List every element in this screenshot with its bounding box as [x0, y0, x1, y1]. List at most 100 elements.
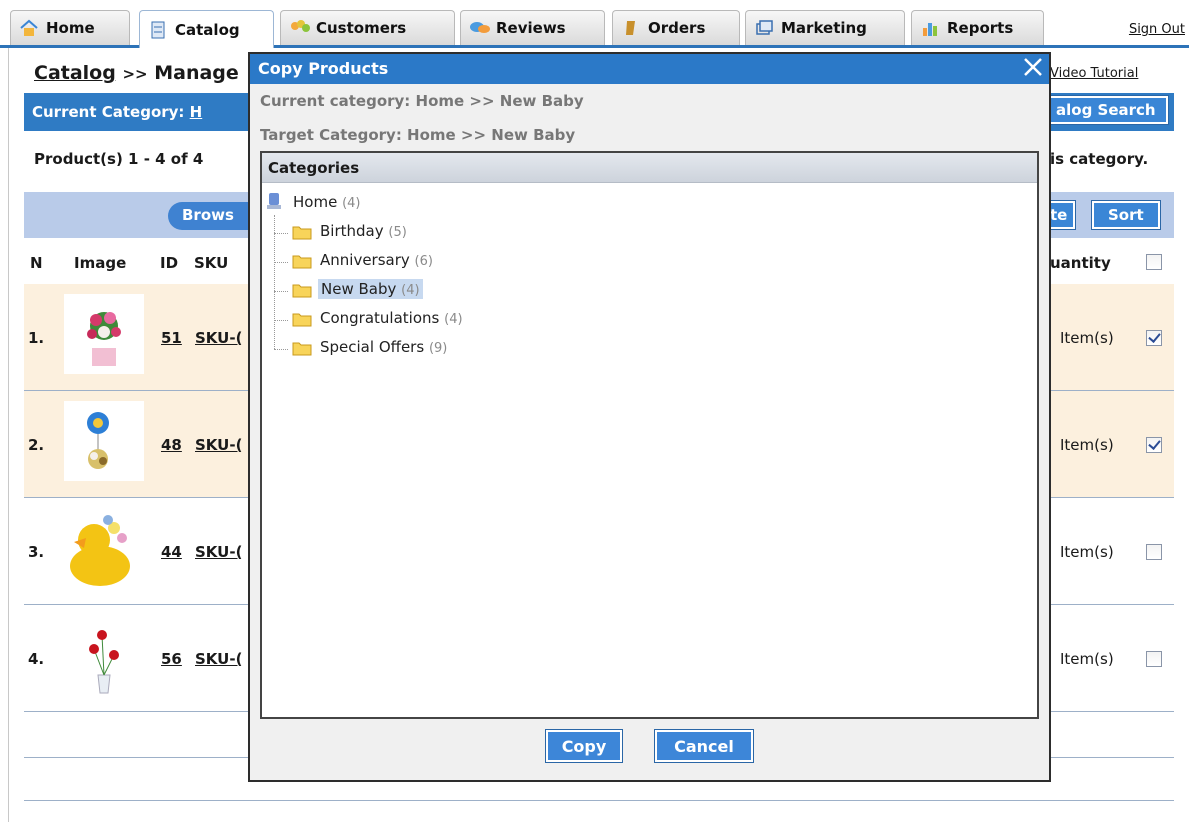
tree-node-label: New Baby: [321, 280, 397, 298]
product-sku-link[interactable]: SKU-(: [195, 650, 242, 668]
tab-catalog[interactable]: Catalog: [139, 10, 274, 48]
tree-connector: [274, 291, 288, 292]
home-node-icon: [266, 191, 282, 211]
folder-icon: [292, 225, 312, 240]
breadcrumb-separator: >>: [122, 65, 148, 83]
tree-node-label: Birthday: [320, 222, 384, 240]
tree-node-home[interactable]: Home (4): [293, 193, 361, 211]
tab-label: Reviews: [496, 19, 566, 37]
orders-icon: [621, 18, 641, 38]
catalog-icon: [148, 20, 168, 40]
product-thumbnail[interactable]: [64, 615, 144, 695]
customers-icon: [289, 18, 310, 38]
browse-button[interactable]: Brows: [168, 202, 258, 230]
product-count: Product(s) 1 - 4 of 4: [34, 150, 204, 168]
this-category-text: is category.: [1050, 150, 1149, 168]
tree-connector: [274, 215, 275, 349]
tab-label: Customers: [316, 19, 407, 37]
sign-out-link[interactable]: Sign Out: [1129, 22, 1185, 37]
left-border: [8, 48, 9, 822]
dialog-title-bar: Copy Products: [250, 54, 1049, 84]
breadcrumb-current: Manage: [154, 62, 239, 84]
tree-connector: [274, 233, 288, 234]
sort-button[interactable]: Sort: [1091, 200, 1161, 230]
home-icon: [19, 18, 39, 38]
header-sku: SKU: [194, 254, 229, 272]
tree-header-label: Categories: [268, 159, 360, 177]
tree-node-anniversary[interactable]: Anniversary (6): [320, 251, 433, 269]
tab-reviews[interactable]: Reviews: [460, 10, 605, 45]
current-category-text: Current Category:: [32, 103, 185, 121]
tab-home[interactable]: Home: [10, 10, 130, 45]
tree-connector: [274, 320, 288, 321]
header-n: N: [30, 254, 43, 272]
copy-button[interactable]: Copy: [545, 729, 623, 763]
marketing-icon: [754, 18, 774, 38]
row-checkbox[interactable]: [1146, 437, 1162, 453]
quantity-unit: Item(s): [1060, 543, 1114, 561]
tab-label: Orders: [648, 19, 706, 37]
main-tabbar: Home Catalog Customers Reviews Orders Ma…: [0, 0, 1189, 48]
tab-customers[interactable]: Customers: [280, 10, 455, 45]
tree-node-count: (9): [428, 341, 448, 356]
product-thumbnail[interactable]: [64, 294, 144, 374]
row-checkbox[interactable]: [1146, 651, 1162, 667]
tree-node-count: (4): [444, 312, 463, 327]
folder-icon: [292, 312, 312, 327]
product-sku-link[interactable]: SKU-(: [195, 543, 242, 561]
target-category-info: Target Category: Home >> New Baby: [260, 126, 576, 144]
row-number: 4.: [28, 650, 45, 668]
breadcrumb-catalog-link[interactable]: Catalog: [34, 62, 116, 84]
product-id-link[interactable]: 48: [161, 436, 182, 454]
close-icon[interactable]: [1021, 54, 1045, 82]
cancel-button[interactable]: Cancel: [654, 729, 754, 763]
copy-products-dialog: Copy Products Current category: Home >> …: [248, 52, 1051, 782]
reviews-icon: [469, 18, 490, 38]
tree-connector: [274, 262, 288, 263]
header-quantity: uantity: [1050, 254, 1111, 272]
product-sku-link[interactable]: SKU-(: [195, 436, 242, 454]
breadcrumb: Catalog >> Manage: [34, 62, 239, 84]
product-thumbnail[interactable]: [64, 508, 144, 588]
tree-connector: [274, 349, 288, 350]
current-category-info: Current category: Home >> New Baby: [260, 92, 584, 110]
product-thumbnail[interactable]: [64, 401, 144, 481]
tab-label: Marketing: [781, 19, 867, 37]
folder-icon: [292, 341, 312, 356]
tab-marketing[interactable]: Marketing: [745, 10, 905, 45]
tree-node-count: (5): [388, 225, 407, 240]
tab-label: Home: [46, 19, 95, 37]
product-id-link[interactable]: 51: [161, 329, 182, 347]
select-all-checkbox[interactable]: [1146, 254, 1162, 270]
quantity-unit: Item(s): [1060, 650, 1114, 668]
tab-orders[interactable]: Orders: [612, 10, 740, 45]
current-category-label: Current Category: H: [32, 103, 202, 121]
tab-label: Reports: [947, 19, 1014, 37]
tree-node-birthday[interactable]: Birthday (5): [320, 222, 407, 240]
tree-node-count: (6): [414, 254, 433, 269]
tree-node-label: Anniversary: [320, 251, 410, 269]
quantity-unit: Item(s): [1060, 329, 1114, 347]
product-id-link[interactable]: 56: [161, 650, 182, 668]
tree-header: Categories: [262, 153, 1037, 183]
product-sku-link[interactable]: SKU-(: [195, 329, 242, 347]
product-id-link[interactable]: 44: [161, 543, 182, 561]
tree-node-new-baby[interactable]: New Baby (4): [318, 279, 423, 299]
tab-label: Catalog: [175, 20, 240, 39]
tree-node-label: Home: [293, 193, 338, 211]
category-tree: Categories Home (4) Birthday (5) Anniver: [260, 151, 1039, 719]
dialog-title: Copy Products: [258, 59, 389, 78]
tree-node-label: Special Offers: [320, 338, 425, 356]
tree-node-label: Congratulations: [320, 309, 440, 327]
tree-node-label-selected: New Baby (4): [318, 279, 423, 299]
tab-reports[interactable]: Reports: [911, 10, 1044, 45]
tree-node-congratulations[interactable]: Congratulations (4): [320, 309, 463, 327]
video-tutorial-link[interactable]: Video Tutorial: [1050, 66, 1138, 81]
tree-node-special-offers[interactable]: Special Offers (9): [320, 338, 447, 356]
quantity-unit: Item(s): [1060, 436, 1114, 454]
current-category-link[interactable]: H: [190, 103, 203, 121]
catalog-search-button[interactable]: alog Search: [1043, 95, 1169, 125]
row-checkbox[interactable]: [1146, 330, 1162, 346]
row-checkbox[interactable]: [1146, 544, 1162, 560]
tree-node-count: (4): [342, 196, 361, 211]
